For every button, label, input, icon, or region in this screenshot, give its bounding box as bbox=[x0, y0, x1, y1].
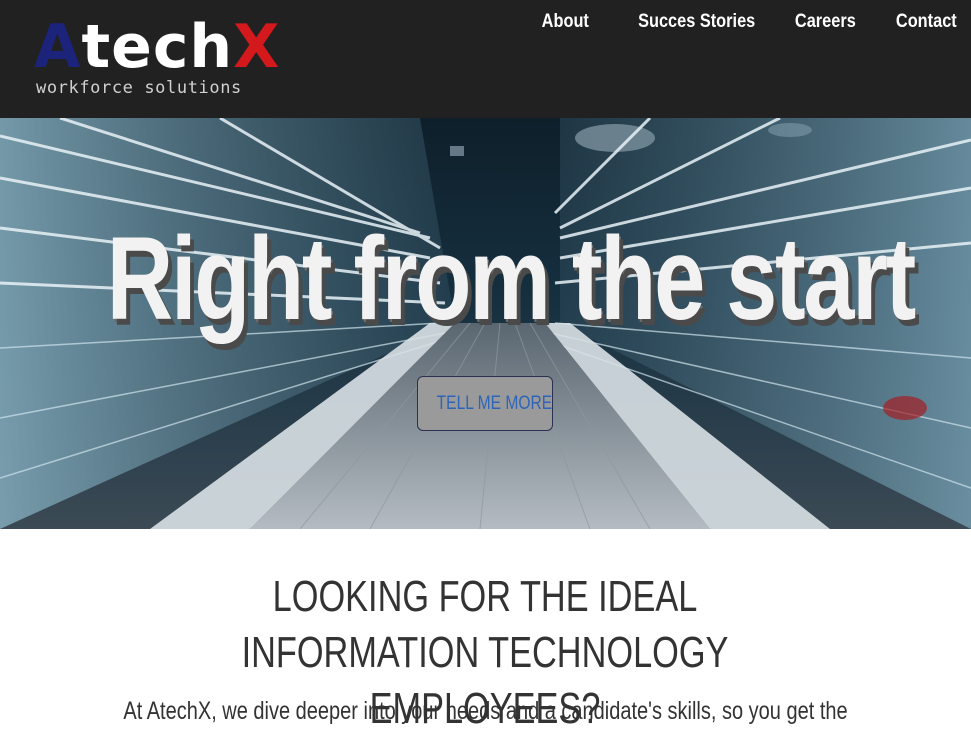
main-nav: About Succes Stories Careers Contact bbox=[504, 8, 957, 36]
nav-success-stories[interactable]: Succes Stories bbox=[613, 8, 755, 36]
logo-letters-tech: tech bbox=[81, 12, 234, 82]
nav-about[interactable]: About bbox=[516, 8, 589, 36]
logo-wordmark: AtechX bbox=[34, 14, 280, 80]
tell-me-more-label: TELL ME MORE bbox=[436, 393, 553, 414]
nav-contact[interactable]: Contact bbox=[870, 8, 957, 36]
intro-section: LOOKING FOR THE IDEAL INFORMATION TECHNO… bbox=[0, 529, 971, 733]
hero-banner: Right from the start TELL ME MORE bbox=[0, 118, 971, 529]
site-header: AtechX workforce solutions About Succes … bbox=[0, 0, 971, 118]
logo-letter-x: X bbox=[233, 12, 281, 82]
intro-paragraph: At AtechX, we dive deeper into your need… bbox=[123, 697, 848, 725]
logo-tagline: workforce solutions bbox=[36, 78, 242, 98]
nav-careers[interactable]: Careers bbox=[770, 8, 856, 36]
logo-letter-a: A bbox=[34, 12, 82, 82]
logo[interactable]: AtechX workforce solutions bbox=[34, 14, 279, 104]
hero-title: Right from the start bbox=[106, 213, 916, 345]
tell-me-more-button[interactable]: TELL ME MORE bbox=[417, 376, 553, 431]
